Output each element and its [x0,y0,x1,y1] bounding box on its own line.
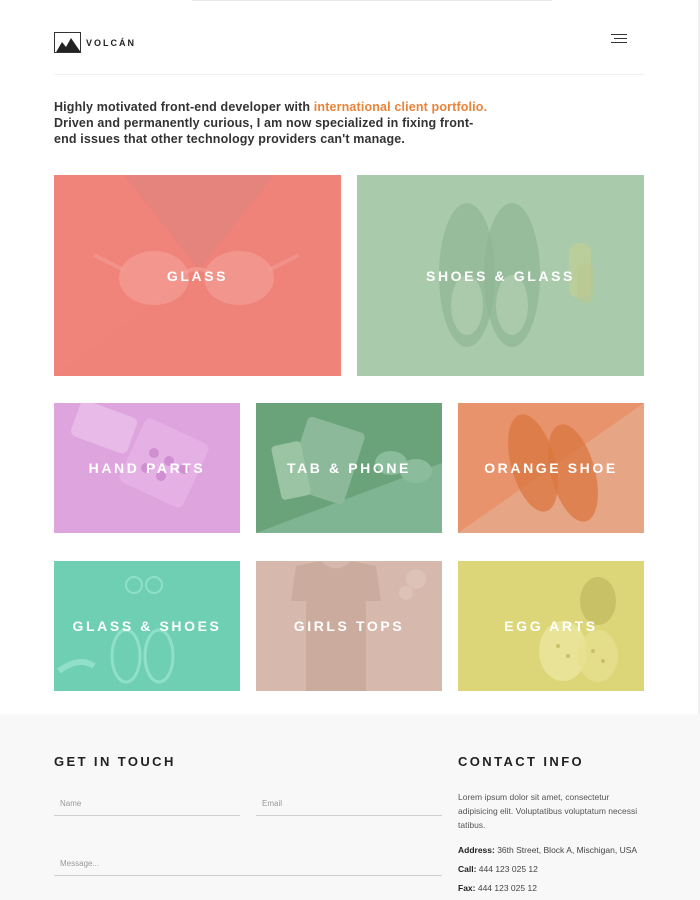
portfolio-item-glass[interactable]: GLASS [54,175,341,376]
logo-text: VOLCÁN [86,37,136,48]
mountain-logo-icon [54,32,81,53]
intro-text-end: Driven and permanently curious, I am now… [54,116,474,146]
logo[interactable]: VOLCÁN [54,32,136,53]
top-divider [192,0,552,1]
contact-fax: Fax: 444 123 025 12 [458,883,537,893]
portfolio-item-glass-shoes[interactable]: GLASS & SHOES [54,561,240,691]
hamburger-menu-icon[interactable] [611,34,631,48]
portfolio-label: HAND PARTS [88,460,206,476]
fax-label: Fax: [458,883,476,893]
portfolio-label: EGG ARTS [504,618,598,634]
call-value: 444 123 025 12 [476,864,538,874]
header-divider [54,74,644,75]
intro-highlight-link[interactable]: international client portfolio. [314,100,487,114]
get-in-touch-heading: GET IN TOUCH [54,754,176,769]
header: VOLCÁN [54,32,644,54]
message-field-wrapper [54,852,442,876]
address-value: 36th Street, Block A, Mischigan, USA [494,845,638,855]
message-input[interactable] [54,852,442,874]
call-label: Call: [458,864,477,874]
portfolio-label: SHOES & GLASS [426,267,575,284]
contact-description: Lorem ipsum dolor sit amet, consectetur … [458,792,638,830]
intro-text: Highly motivated front-end developer wit… [54,99,494,147]
portfolio-label: GIRLS TOPS [293,618,405,634]
email-field-wrapper [256,792,442,816]
contact-info-heading: CONTACT INFO [458,754,585,769]
email-input[interactable] [256,792,442,814]
portfolio-item-tab-phone[interactable]: TAB & PHONE [256,403,442,533]
name-field-wrapper [54,792,240,816]
contact-call: Call: 444 123 025 12 [458,864,538,874]
portfolio-item-hand-parts[interactable]: HAND PARTS [54,403,240,533]
portfolio-item-orange-shoe[interactable]: ORANGE SHOE [458,403,644,533]
intro-text-start: Highly motivated front-end developer wit… [54,100,314,114]
portfolio-label: TAB & PHONE [286,460,411,476]
portfolio-label: GLASS & SHOES [72,618,222,634]
portfolio-label: GLASS [166,267,229,284]
fax-value: 444 123 025 12 [475,883,537,893]
name-input[interactable] [54,792,240,814]
portfolio-item-girls-tops[interactable]: GIRLS TOPS [256,561,442,691]
portfolio-label: ORANGE SHOE [484,460,618,476]
contact-address: Address: 36th Street, Block A, Mischigan… [458,845,637,855]
address-label: Address: [458,845,495,855]
footer: GET IN TOUCH CONTACT INFO Lorem ipsum do… [0,714,700,900]
portfolio-item-egg-arts[interactable]: EGG ARTS [458,561,644,691]
portfolio-item-shoes-glass[interactable]: SHOES & GLASS [357,175,644,376]
